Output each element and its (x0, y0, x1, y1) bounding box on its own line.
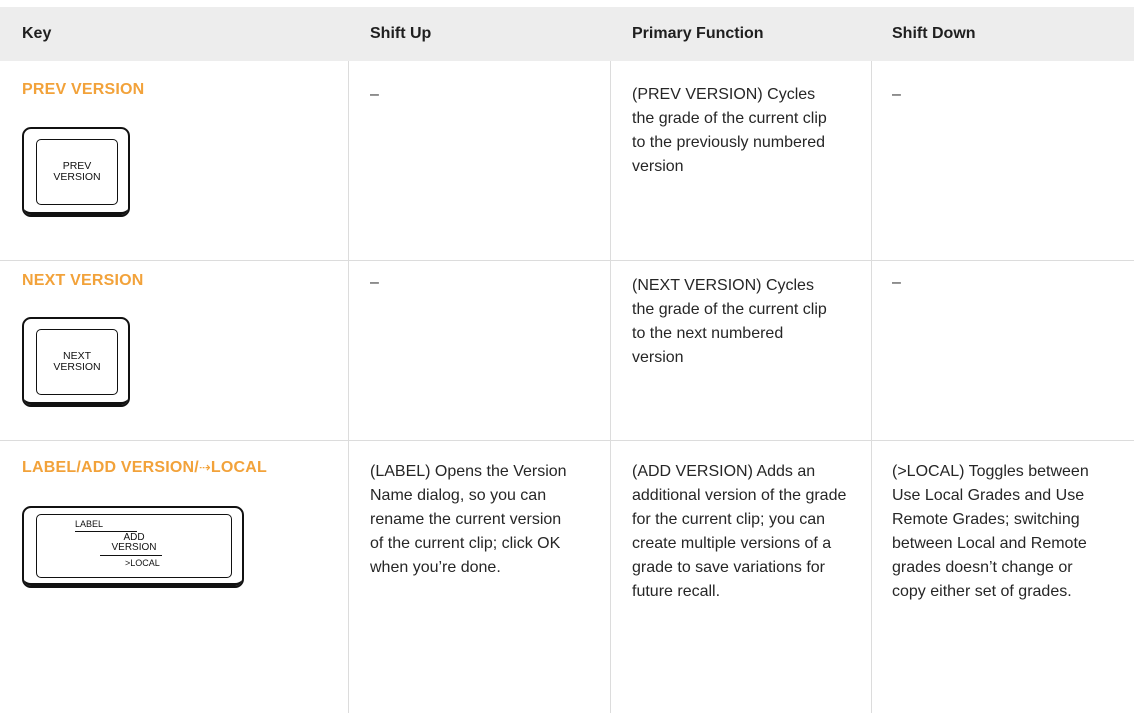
table-header: Key Shift Up Primary Function Shift Down (0, 7, 1134, 61)
keycap-line: VERSION (111, 542, 157, 553)
header-key: Key (22, 25, 52, 42)
title-part: LOCAL (210, 459, 267, 476)
title-part: LABEL/ADD VERSION/ (22, 459, 199, 476)
header-shift-down: Shift Down (892, 25, 976, 42)
row1-shift-down: – (892, 86, 901, 103)
keycap-divider (100, 555, 162, 556)
header-shift-up: Shift Up (370, 25, 432, 42)
column-divider (610, 61, 611, 713)
label-add-version-keycap: LABEL ADD VERSION >LOCAL (22, 506, 244, 588)
row2-primary-function: (NEXT VERSION) Cycles the grade of the c… (632, 277, 827, 366)
row-divider (0, 260, 1134, 261)
row3-shift-down: (>LOCAL) Toggles between Use Local Grade… (892, 463, 1089, 600)
dotted-arrow-icon: ⇢ (198, 459, 211, 475)
keycap-label-bottom: >LOCAL (125, 558, 160, 568)
keycap-label-mid: ADD VERSION (37, 533, 231, 553)
header-primary-function: Primary Function (632, 25, 764, 42)
keycap-label-top: LABEL (75, 519, 104, 529)
row-title-label-add-version-local: LABEL/ADD VERSION/⇢LOCAL (22, 459, 267, 477)
prev-version-keycap: PREV VERSION (22, 127, 130, 217)
column-divider (348, 61, 349, 713)
key-function-table: Key Shift Up Primary Function Shift Down… (0, 0, 1134, 713)
row-title-next-version: NEXT VERSION (22, 272, 144, 289)
row2-shift-down: – (892, 274, 901, 291)
row3-shift-up: (LABEL) Opens the Version Name dialog, s… (370, 463, 567, 576)
row3-primary-function: (ADD VERSION) Adds an additional version… (632, 463, 847, 600)
keycap-line: VERSION (53, 171, 101, 183)
row2-shift-up: – (370, 274, 379, 291)
next-version-keycap: NEXT VERSION (22, 317, 130, 407)
keycap-line: VERSION (53, 361, 101, 373)
row-title-prev-version: PREV VERSION (22, 81, 145, 98)
column-divider (871, 61, 872, 713)
row-divider (0, 440, 1134, 441)
row1-primary-function: (PREV VERSION) Cycles the grade of the c… (632, 86, 827, 175)
row1-shift-up: – (370, 86, 379, 103)
